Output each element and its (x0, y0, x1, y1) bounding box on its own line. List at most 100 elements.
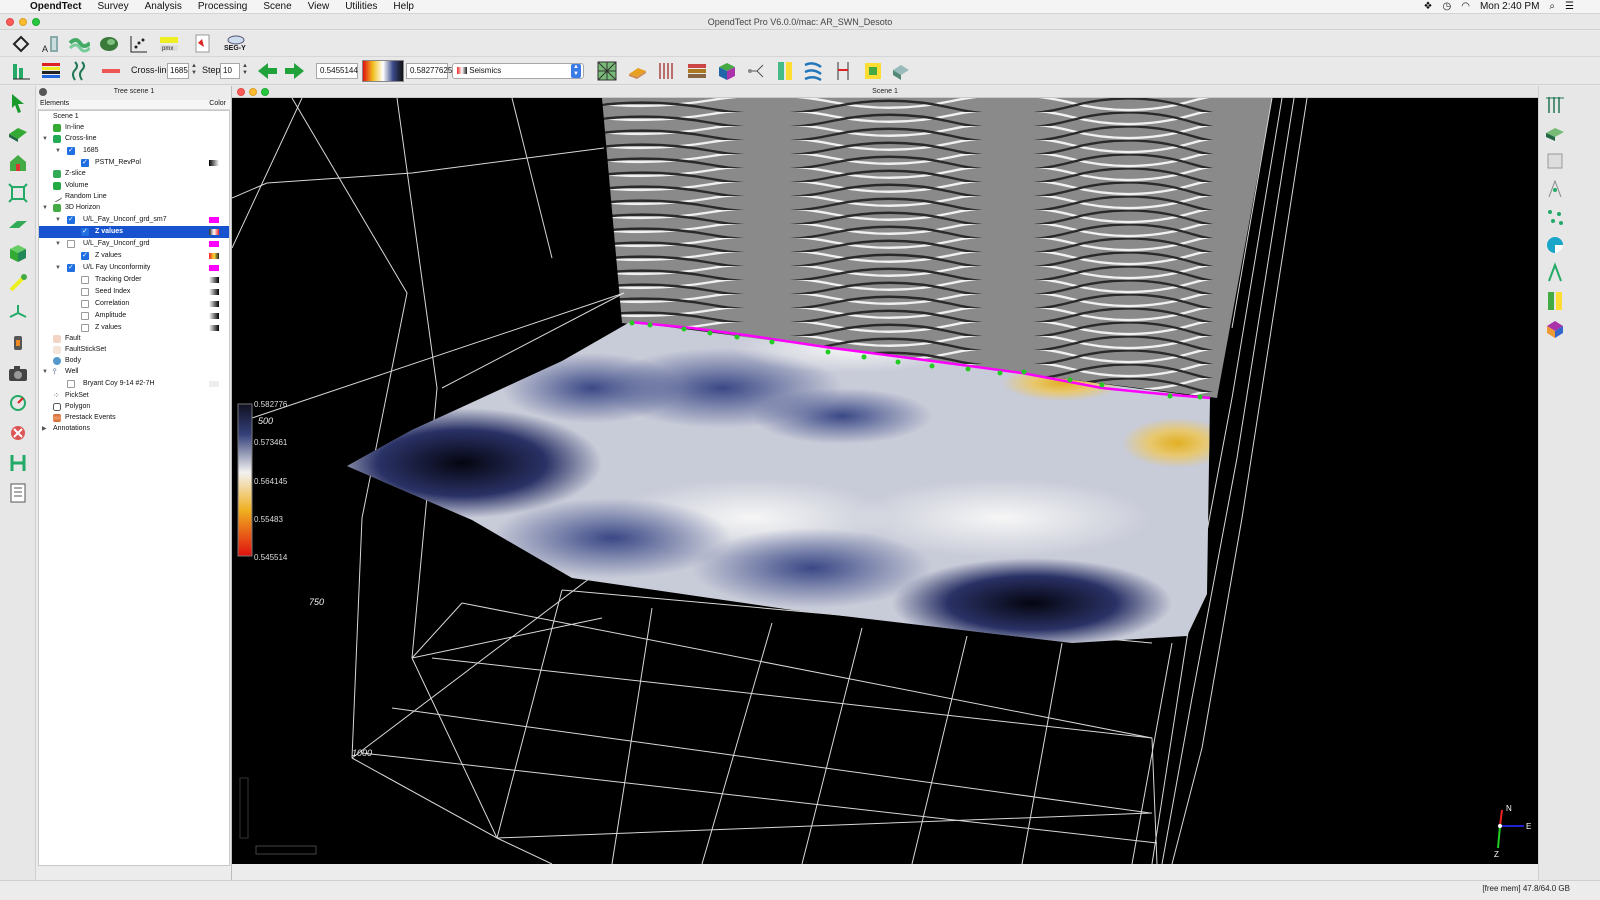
light-bulb-icon[interactable] (7, 332, 29, 354)
visibility-checkbox[interactable] (67, 262, 75, 274)
expand-arrow-icon[interactable]: ▼ (42, 133, 50, 145)
move-forward-arrow-icon[interactable] (284, 60, 306, 82)
colorbar-preview[interactable] (362, 60, 404, 82)
crossplot-icon[interactable] (128, 33, 150, 55)
visibility-checkbox[interactable] (81, 324, 89, 332)
camera-icon[interactable] (7, 362, 29, 384)
color-swatch[interactable] (209, 229, 219, 235)
seismic-display-icon[interactable] (10, 60, 32, 82)
tree-item-annotations[interactable]: ▶ Annotations (39, 423, 229, 435)
survey-setup-icon[interactable] (10, 33, 32, 55)
scene-home-icon[interactable] (7, 152, 29, 174)
tree-item-crossline-1685[interactable]: ▼ 1685 (39, 145, 229, 157)
pmx-icon[interactable]: pmx (158, 33, 180, 55)
colortable-icon[interactable] (40, 60, 62, 82)
tree-item-zslice[interactable]: Z-slice (39, 168, 229, 180)
tree-item-well-bryant[interactable]: Bryant Coy 9-14 #2-7H (39, 378, 229, 390)
map-frame-icon[interactable] (862, 60, 884, 82)
color-swatch[interactable] (209, 325, 219, 331)
visibility-checkbox[interactable] (67, 145, 75, 157)
visibility-checkbox[interactable] (67, 214, 75, 226)
crossline-input[interactable]: 1685 (167, 63, 189, 79)
color-swatch[interactable] (209, 277, 219, 283)
well-log-icon[interactable] (774, 60, 796, 82)
visibility-checkbox[interactable] (81, 276, 89, 284)
rotate-icon[interactable] (7, 392, 29, 414)
attribute-set-icon[interactable]: A (40, 33, 62, 55)
horizon-flat-icon[interactable] (626, 60, 648, 82)
notification-center-icon[interactable]: ☰ (1565, 1, 1574, 12)
texture-checker-icon[interactable] (596, 60, 618, 82)
visibility-checkbox[interactable] (67, 240, 75, 248)
color-swatch[interactable] (209, 313, 219, 319)
visibility-checkbox[interactable] (81, 300, 89, 308)
window-zoom-button[interactable] (32, 18, 40, 26)
time-machine-icon[interactable]: ◷ (1442, 1, 1451, 12)
tree-item-horizon-grd[interactable]: ▼ U/L_Fay_Unconf_grd (39, 238, 229, 250)
seismic-wiggle-icon[interactable] (1544, 94, 1566, 116)
view-all-icon[interactable] (7, 182, 29, 204)
color-swatch[interactable] (209, 289, 219, 295)
expand-arrow-icon[interactable]: ▼ (42, 366, 50, 378)
scene-zoom-button[interactable] (261, 88, 269, 96)
crossline-stepper[interactable]: ▲ ▼ (190, 63, 198, 79)
zslice-icon[interactable] (7, 212, 29, 234)
menu-view[interactable]: View (308, 1, 330, 12)
fault-cut-icon[interactable] (832, 60, 854, 82)
color-swatch[interactable] (209, 381, 219, 387)
dropbox-icon[interactable]: ❖ (1424, 1, 1433, 12)
range-max-input[interactable]: 0.58277625 (406, 63, 452, 79)
flatten-icon[interactable] (802, 60, 824, 82)
expand-arrow-icon[interactable]: ▼ (55, 262, 63, 274)
well-tie-icon[interactable] (1544, 262, 1566, 284)
scene-close-button[interactable] (237, 88, 245, 96)
wifi-icon[interactable]: ◠ (1461, 1, 1470, 12)
spotlight-search-icon[interactable]: ⌕ (1549, 1, 1555, 12)
cube-view-icon[interactable] (7, 242, 29, 264)
fault-tracker-icon[interactable] (1544, 150, 1566, 172)
range-min-input[interactable]: 0.5455144 (316, 63, 358, 79)
visibility-checkbox[interactable] (81, 288, 89, 296)
tree-branch-icon[interactable] (746, 60, 768, 82)
menu-analysis[interactable]: Analysis (145, 1, 182, 12)
scene-minimize-button[interactable] (249, 88, 257, 96)
wiggle-icon[interactable] (70, 60, 92, 82)
color-swatch[interactable] (209, 217, 219, 223)
body-sphere-icon[interactable] (1544, 234, 1566, 256)
visibility-checkbox[interactable] (81, 250, 89, 262)
color-swatch[interactable] (209, 160, 219, 166)
volume-cube-icon[interactable] (716, 60, 738, 82)
axes-icon[interactable] (7, 302, 29, 324)
visibility-checkbox[interactable] (67, 380, 75, 388)
step-stepper[interactable]: ▲ ▼ (241, 63, 249, 79)
pick-tool-icon[interactable] (7, 272, 29, 294)
notes-icon[interactable] (7, 482, 29, 504)
menu-app-name[interactable]: OpendTect (30, 1, 81, 12)
tree-item-seed-index[interactable]: Seed Index (39, 286, 229, 298)
column-elements[interactable]: Elements (40, 100, 69, 107)
log-display-icon[interactable] (1544, 290, 1566, 312)
height-ruler-icon[interactable] (7, 452, 29, 474)
tree-item-correlation[interactable]: Correlation (39, 298, 229, 310)
expand-arrow-icon[interactable]: ▼ (55, 238, 63, 250)
inline-plane-icon[interactable] (7, 122, 29, 144)
window-close-button[interactable] (6, 18, 14, 26)
visibility-checkbox[interactable] (81, 312, 89, 320)
color-swatch[interactable] (209, 301, 219, 307)
tree-item-z-values[interactable]: Z values (39, 250, 229, 262)
colortable-select[interactable]: Seismics ▲ ▼ (452, 63, 584, 79)
tree-item-horizon-sm7[interactable]: ▼ U/L_Fay_Unconf_grd_sm7 (39, 214, 229, 226)
visibility-checkbox[interactable] (81, 226, 89, 238)
menu-utilities[interactable]: Utilities (345, 1, 377, 12)
expand-arrow-icon[interactable]: ▶ (42, 423, 50, 435)
menu-survey[interactable]: Survey (97, 1, 128, 12)
pdf-export-icon[interactable] (192, 33, 214, 55)
color-swatch[interactable] (209, 241, 219, 247)
tree-item-3d-horizon[interactable]: ▼ 3D Horizon (39, 202, 229, 214)
color-swatch[interactable] (209, 265, 219, 271)
pick-points-icon[interactable] (1544, 206, 1566, 228)
interpolation-icon[interactable] (100, 60, 122, 82)
column-color[interactable]: Color (209, 100, 226, 107)
menu-processing[interactable]: Processing (198, 1, 247, 12)
segy-import-icon[interactable]: SEG-Y (222, 33, 250, 55)
